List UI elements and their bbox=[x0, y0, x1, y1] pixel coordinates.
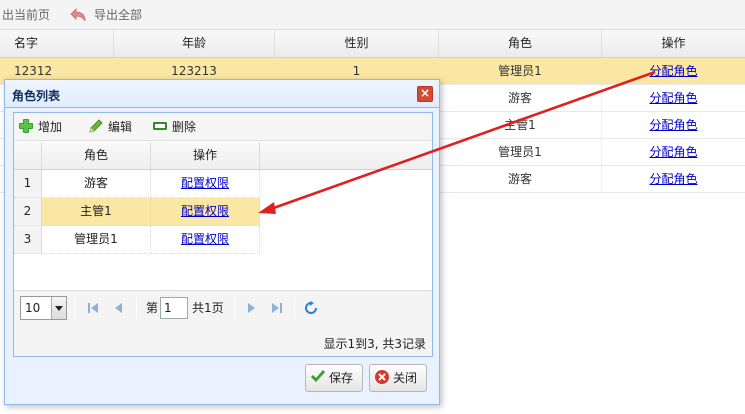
delete-label: 删除 bbox=[172, 120, 197, 134]
role-table-header: 角色 操作 bbox=[14, 142, 432, 170]
dialog-body: 增加 编辑 删除 角色 操作 1 游客 配置权限 2 主管1 配置权限 3 管理… bbox=[13, 112, 433, 357]
current-page-input[interactable]: 1 bbox=[160, 297, 188, 319]
cell-role: 管理员1 bbox=[42, 226, 151, 254]
export-current-page-label: 出当前页 bbox=[2, 8, 51, 22]
column-header-age[interactable]: 年龄 bbox=[114, 30, 275, 57]
page-prefix-label: 第 bbox=[146, 301, 159, 315]
close-button[interactable]: 关闭 bbox=[369, 364, 427, 392]
cell-role: 游客 bbox=[439, 85, 602, 111]
table-row[interactable]: 1 游客 配置权限 bbox=[14, 170, 260, 198]
cell-role: 管理员1 bbox=[439, 58, 602, 84]
delete-button[interactable]: 删除 bbox=[152, 118, 196, 136]
column-header-role[interactable]: 角色 bbox=[42, 142, 151, 169]
assign-role-link[interactable]: 分配角色 bbox=[649, 145, 697, 159]
dialog-footer: 保存 关闭 bbox=[5, 360, 439, 404]
cell-role: 主管1 bbox=[439, 112, 602, 138]
pager-separator bbox=[74, 297, 75, 319]
cancel-icon bbox=[375, 370, 389, 384]
assign-role-link[interactable]: 分配角色 bbox=[649, 64, 697, 78]
cell-action: 配置权限 bbox=[151, 170, 260, 198]
table-row[interactable]: 2 主管1 配置权限 bbox=[14, 198, 260, 226]
table-row[interactable]: 3 管理员1 配置权限 bbox=[14, 226, 260, 254]
cell-action: 配置权限 bbox=[151, 226, 260, 254]
save-label: 保存 bbox=[329, 371, 354, 385]
role-list-dialog: 角色列表 × 增加 编辑 删除 角色 操作 1 游客 配置权限 2 主管1 配置… bbox=[4, 79, 440, 405]
assign-role-link[interactable]: 分配角色 bbox=[649, 172, 697, 186]
close-label: 关闭 bbox=[393, 371, 418, 385]
top-toolbar: 出当前页 导出全部 bbox=[0, 0, 745, 30]
pencil-icon bbox=[89, 119, 103, 133]
pager-separator bbox=[294, 297, 295, 319]
page-size-select[interactable]: 10 bbox=[20, 296, 67, 320]
cell-role: 游客 bbox=[42, 170, 151, 198]
column-header-action[interactable]: 操作 bbox=[602, 30, 745, 57]
checkmark-icon bbox=[311, 370, 325, 382]
chevron-down-icon bbox=[51, 297, 66, 319]
export-current-page-button[interactable]: 出当前页 bbox=[2, 6, 50, 24]
add-label: 增加 bbox=[38, 120, 63, 134]
save-button[interactable]: 保存 bbox=[305, 364, 363, 392]
page-size-value: 10 bbox=[25, 301, 41, 315]
cell-action: 分配角色 bbox=[602, 166, 745, 192]
pager-separator bbox=[234, 297, 235, 319]
refresh-icon[interactable] bbox=[304, 301, 318, 315]
configure-permissions-link[interactable]: 配置权限 bbox=[181, 204, 229, 218]
add-button[interactable]: 增加 bbox=[18, 118, 62, 136]
plus-icon bbox=[19, 119, 33, 133]
grid-header: 名字 年龄 性别 角色 操作 bbox=[0, 30, 745, 58]
edit-button[interactable]: 编辑 bbox=[88, 118, 132, 136]
cell-action: 分配角色 bbox=[602, 112, 745, 138]
cell-action: 分配角色 bbox=[602, 139, 745, 165]
cell-action: 分配角色 bbox=[602, 85, 745, 111]
first-page-icon[interactable] bbox=[86, 301, 100, 315]
column-header-action[interactable]: 操作 bbox=[151, 142, 260, 169]
dialog-toolbar: 增加 编辑 删除 bbox=[14, 113, 432, 141]
minus-icon bbox=[153, 122, 167, 130]
total-pages-label: 共1页 bbox=[192, 301, 224, 315]
column-header-rownum bbox=[14, 142, 42, 169]
row-number: 2 bbox=[14, 198, 42, 226]
edit-label: 编辑 bbox=[108, 120, 133, 134]
configure-permissions-link[interactable]: 配置权限 bbox=[181, 232, 229, 246]
dialog-title-bar[interactable]: 角色列表 × bbox=[5, 80, 439, 108]
row-number: 3 bbox=[14, 226, 42, 254]
dialog-title: 角色列表 bbox=[12, 89, 61, 103]
column-header-role[interactable]: 角色 bbox=[439, 30, 602, 57]
pagination-bar: 10 第 1 共1页 显示1到3, 共3记录 bbox=[14, 290, 432, 356]
pagination-info: 显示1到3, 共3记录 bbox=[323, 337, 426, 351]
assign-role-link[interactable]: 分配角色 bbox=[649, 91, 697, 105]
row-number: 1 bbox=[14, 170, 42, 198]
undo-arrow-icon bbox=[70, 8, 86, 22]
cell-role: 主管1 bbox=[42, 198, 151, 226]
cell-action: 分配角色 bbox=[602, 58, 745, 84]
export-all-button[interactable]: 导出全部 bbox=[70, 6, 142, 24]
assign-role-link[interactable]: 分配角色 bbox=[649, 118, 697, 132]
export-all-label: 导出全部 bbox=[94, 8, 143, 22]
column-header-sex[interactable]: 性别 bbox=[275, 30, 439, 57]
configure-permissions-link[interactable]: 配置权限 bbox=[181, 176, 229, 190]
cell-role: 管理员1 bbox=[439, 139, 602, 165]
dialog-close-icon[interactable]: × bbox=[417, 86, 433, 102]
previous-page-icon[interactable] bbox=[112, 301, 126, 315]
last-page-icon[interactable] bbox=[270, 301, 284, 315]
cell-role: 游客 bbox=[439, 166, 602, 192]
cell-action: 配置权限 bbox=[151, 198, 260, 226]
pager-separator bbox=[136, 297, 137, 319]
next-page-icon[interactable] bbox=[244, 301, 258, 315]
column-header-name[interactable]: 名字 bbox=[0, 30, 114, 57]
